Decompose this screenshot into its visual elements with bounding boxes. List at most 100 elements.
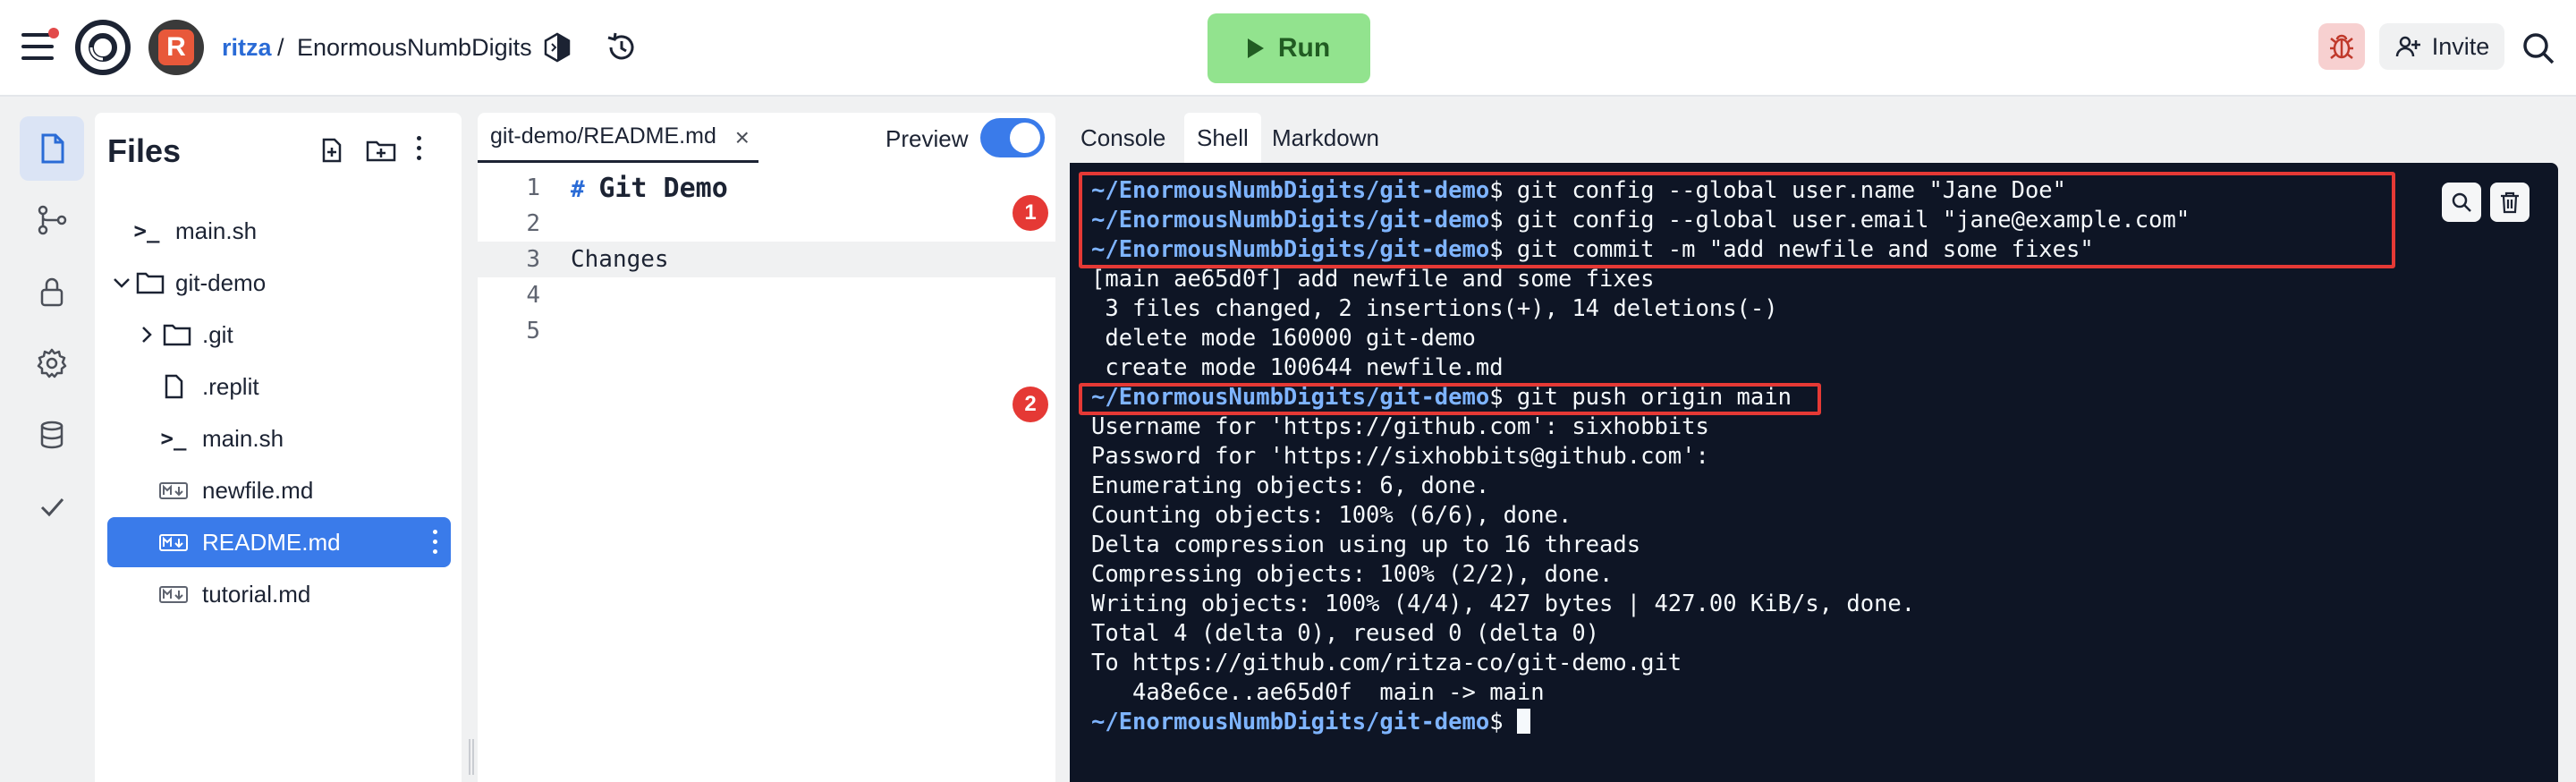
editor-tab[interactable]: git-demo/README.md × [478, 113, 758, 163]
invite-button-label: Invite [2431, 32, 2490, 60]
rail-database[interactable] [20, 403, 84, 467]
files-panel: Files >_ main.sh git-demo .git .replit >… [95, 113, 462, 782]
terminal-output: Username for 'https://github.com': sixho… [1091, 413, 1709, 440]
console-tab-bar: Console Shell Markdown [1068, 113, 2576, 163]
terminal-search-button[interactable] [2442, 183, 2481, 222]
tool-rail [0, 98, 95, 782]
code-line[interactable]: 5 [478, 313, 1055, 349]
top-bar: R ritza / EnormousNumbDigits Run Invite [0, 0, 2576, 97]
tree-item-tutorial-md[interactable]: tutorial.md [107, 569, 451, 619]
rail-git[interactable] [20, 188, 84, 252]
highlight-box-config-commands [1079, 172, 2395, 268]
terminal-line: ~/EnormousNumbDigits/git-demo$ [1091, 708, 1530, 737]
terminal-output: To https://github.com/ritza-co/git-demo.… [1091, 650, 1682, 676]
terminal-clear-button[interactable] [2490, 183, 2529, 222]
shell-terminal[interactable]: ~/EnormousNumbDigits/git-demo$ git confi… [1070, 163, 2558, 782]
search-icon [2452, 192, 2471, 212]
tree-item-label: main.sh [202, 424, 284, 452]
database-icon [40, 421, 64, 449]
code-line-current[interactable]: 3 Changes [478, 242, 1055, 277]
files-actions [318, 134, 422, 166]
avatar-letter: R [158, 30, 194, 65]
files-panel-title: Files [107, 132, 182, 169]
tree-item-label: tutorial.md [202, 580, 311, 608]
new-folder-icon[interactable] [365, 137, 397, 164]
gear-icon [37, 348, 67, 378]
shell-file-icon: >_ [160, 426, 187, 451]
toggle-knob [1010, 123, 1040, 153]
history-icon[interactable] [605, 30, 639, 64]
breadcrumb-owner[interactable]: ritza [222, 34, 272, 62]
debugger-button[interactable] [2318, 23, 2365, 70]
tree-item-label: README.md [202, 528, 341, 556]
code-line[interactable]: 4 [478, 277, 1055, 313]
shell-command: $ [1489, 709, 1517, 735]
tree-item-label: newfile.md [202, 476, 314, 504]
tree-item-label: git-demo [175, 268, 267, 296]
folder-icon [163, 324, 191, 346]
terminal-output: Password for 'https://sixhobbits@github.… [1091, 443, 1709, 470]
heading-text: Git Demo [598, 173, 728, 204]
lock-icon [40, 277, 64, 307]
chevron-down-icon [114, 278, 130, 288]
terminal-output: 4a8e6ce..ae65d0f main -> main [1091, 679, 1545, 706]
folder-icon [136, 272, 165, 294]
breadcrumb-repl-name[interactable]: EnormousNumbDigits [297, 34, 532, 62]
tab-markdown[interactable]: Markdown [1259, 113, 1392, 163]
tree-item-git-demo[interactable]: git-demo [107, 258, 451, 308]
terminal-tools [2442, 183, 2529, 222]
line-number: 4 [526, 282, 540, 309]
tree-item-newfile-md[interactable]: newfile.md [107, 465, 451, 515]
line-number: 5 [526, 318, 540, 344]
tree-item-main-sh-root[interactable]: >_ main.sh [107, 206, 451, 256]
files-icon [41, 133, 64, 164]
tab-shell[interactable]: Shell [1184, 113, 1261, 163]
terminal-output: delete mode 160000 git-demo [1091, 325, 1476, 352]
panel-resize-handle[interactable] [469, 739, 474, 775]
new-file-icon[interactable] [318, 137, 345, 164]
line-content: Changes [571, 246, 669, 273]
tree-item-replit[interactable]: .replit [107, 361, 451, 412]
code-line[interactable]: 1 # Git Demo [478, 170, 1055, 206]
rail-secrets[interactable] [20, 259, 84, 324]
markdown-file-icon [159, 586, 188, 603]
invite-button[interactable]: Invite [2379, 23, 2504, 70]
annotation-badge-2: 2 [1013, 387, 1048, 422]
chevron-right-icon [142, 327, 152, 343]
preview-toggle[interactable] [980, 118, 1045, 157]
file-icon [165, 374, 183, 399]
run-button[interactable]: Run [1208, 13, 1370, 83]
tree-item-label: main.sh [175, 217, 258, 244]
shell-prompt: ~/EnormousNumbDigits/git-demo [1091, 709, 1490, 735]
avatar[interactable]: R [148, 20, 204, 75]
breadcrumb-separator: / [277, 34, 284, 61]
terminal-output: [main ae65d0f] add newfile and some fixe… [1091, 266, 1655, 293]
rail-checks[interactable] [20, 474, 84, 539]
bash-language-icon[interactable] [542, 32, 572, 63]
bug-icon [2330, 34, 2353, 59]
tree-item-readme-md[interactable]: README.md [107, 517, 451, 567]
tree-item-main-sh[interactable]: >_ main.sh [107, 413, 451, 463]
files-more-icon[interactable] [417, 134, 422, 166]
file-more-icon[interactable] [433, 530, 438, 555]
terminal-output: 3 files changed, 2 insertions(+), 14 del… [1091, 295, 1778, 322]
line-number: 3 [526, 246, 540, 273]
menu-icon[interactable] [21, 28, 59, 62]
check-icon [40, 498, 64, 517]
rail-settings[interactable] [20, 331, 84, 395]
tree-item-git[interactable]: .git [107, 310, 451, 360]
rail-files[interactable] [20, 116, 84, 181]
run-button-label: Run [1277, 33, 1331, 63]
shell-file-icon: >_ [133, 218, 160, 243]
replit-logo-icon[interactable] [75, 20, 131, 75]
tab-console[interactable]: Console [1068, 113, 1178, 163]
close-icon[interactable]: × [735, 123, 750, 152]
terminal-output: create mode 100644 newfile.md [1091, 354, 1504, 381]
code-line[interactable]: 2 [478, 206, 1055, 242]
search-icon[interactable] [2521, 30, 2556, 66]
terminal-output: Compressing objects: 100% (2/2), done. [1091, 561, 1614, 588]
line-number: 2 [526, 210, 540, 237]
preview-label: Preview [886, 125, 969, 152]
editor-panel: git-demo/README.md × Preview 1 # Git Dem… [478, 113, 1055, 782]
annotation-badge-1: 1 [1013, 195, 1048, 231]
